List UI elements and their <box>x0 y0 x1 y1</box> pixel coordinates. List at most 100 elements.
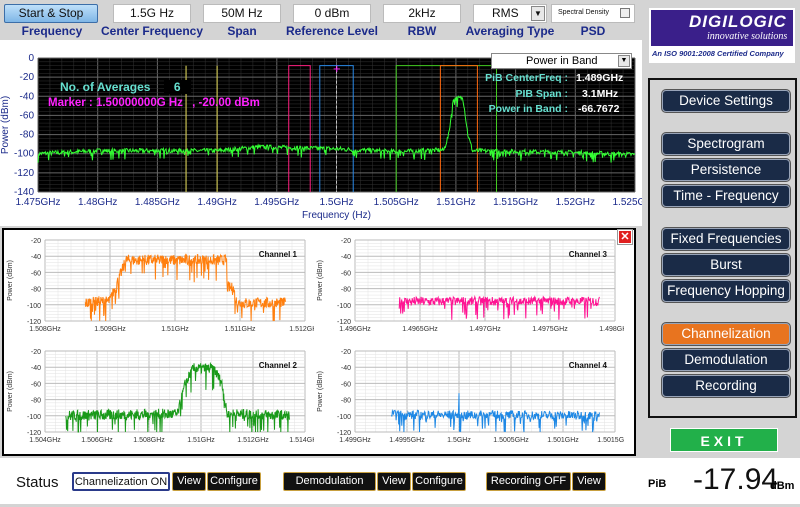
x-tick-label: 1.4965GHz <box>402 326 438 333</box>
y-tick-label: -80 <box>31 398 41 405</box>
y-axis-label: Power (dBm) <box>7 371 14 412</box>
sidebar-item-burst[interactable]: Burst <box>662 254 790 276</box>
y-tick-label: -100 <box>337 303 351 310</box>
channelization-status-button[interactable]: Channelization ON <box>72 472 170 491</box>
reference-level-input[interactable]: 0 dBm <box>293 4 371 23</box>
recording-status-button[interactable]: Recording OFF <box>486 472 571 491</box>
pib-status-label: PiB <box>648 478 667 490</box>
x-tick-label: 1.506GHz <box>81 437 113 444</box>
rbw-input[interactable]: 2kHz <box>383 4 461 23</box>
spectral-density-label: Spectral Density <box>558 9 609 16</box>
y-tick-label: -100 <box>27 414 41 421</box>
pib-mode-select[interactable]: Power in Band ▼ <box>491 53 632 69</box>
spectral-density-checkbox[interactable] <box>620 8 630 18</box>
sidebar-item-recording[interactable]: Recording <box>662 375 790 397</box>
demodulation-configure-button[interactable]: Configure <box>412 472 466 491</box>
x-tick-label: 1.514GHz <box>289 437 314 444</box>
y-axis-label: Power (dBm) <box>317 371 324 412</box>
demodulation-status-button[interactable]: Demodulation OFF <box>283 472 376 504</box>
logo-name: DIGILOGIC <box>689 12 787 31</box>
y-tick-label: -120 <box>14 168 34 179</box>
x-tick-label: 1.48GHz <box>78 197 117 208</box>
pib-center-label: PiB CenterFreq : <box>485 72 568 84</box>
pib-span-value: 3.1MHz <box>582 87 619 100</box>
sidebar-item-time-frequency[interactable]: Time - Frequency <box>662 185 790 207</box>
sidebar-item-demodulation[interactable]: Demodulation <box>662 349 790 371</box>
status-label: Status <box>16 474 59 491</box>
y-tick-label: -100 <box>27 303 41 310</box>
y-tick-label: 0 <box>28 53 34 64</box>
x-tick-label: 1.512GHz <box>237 437 269 444</box>
marker-separator: , <box>192 97 196 109</box>
x-tick-label: 1.505GHz <box>374 197 419 208</box>
x-tick-label: 1.512GHz <box>289 326 314 333</box>
y-tick-label: -60 <box>31 381 41 388</box>
recording-view-button[interactable]: View <box>572 472 606 491</box>
x-tick-label: 1.515GHz <box>493 197 538 208</box>
chevron-down-icon[interactable]: ▼ <box>618 55 630 67</box>
center-frequency-label: Center Frequency <box>100 24 204 38</box>
x-tick-label: 1.509GHz <box>94 326 126 333</box>
y-tick-label: -100 <box>337 414 351 421</box>
digilogic-logo: DIGILOGIC innovative solutions An ISO 90… <box>649 8 795 63</box>
x-tick-label: 1.498GHz <box>599 326 624 333</box>
sidebar-item-fixed-frequencies[interactable]: Fixed Frequencies <box>662 228 790 250</box>
y-tick-label: -120 <box>27 319 41 326</box>
marker-frequency: 1.50000000G Hz <box>95 97 183 109</box>
averages-label: No. of Averages <box>60 80 151 94</box>
x-tick-label: 1.501GHz <box>547 437 579 444</box>
demodulation-view-button[interactable]: View <box>377 472 411 491</box>
averaging-type-label: Averaging Type <box>465 24 555 38</box>
chevron-down-icon[interactable]: ▼ <box>531 6 545 21</box>
averages-readout: No. of Averages 6 <box>60 80 191 94</box>
x-tick-label: 1.51GHz <box>436 197 475 208</box>
center-frequency-input[interactable]: 1.5G Hz <box>113 4 191 23</box>
pib-mode-value: Power in Band <box>526 55 598 67</box>
channelization-configure-button[interactable]: Configure <box>207 472 261 491</box>
start-stop-button[interactable]: Start & Stop <box>4 4 98 23</box>
channel-3-chart: -20 -40 -60 -80 -100 -1201.496GHz 1.4965GHz 1.4… <box>317 238 624 333</box>
y-tick-label: -80 <box>31 287 41 294</box>
sidebar-item-spectrogram[interactable]: Spectrogram <box>662 133 790 155</box>
sidebar-item-device-settings[interactable]: Device Settings <box>662 90 790 112</box>
rbw-label: RBW <box>407 24 437 38</box>
y-axis-label: Power (dBm) <box>0 96 11 154</box>
x-tick-label: 1.495GHz <box>254 197 299 208</box>
x-tick-label: 1.5005GHz <box>493 437 529 444</box>
averaging-type-select[interactable]: RMS ▼ <box>473 4 547 23</box>
x-tick-label: 1.5GHz <box>447 437 471 444</box>
marker-label: Marker : <box>48 97 93 109</box>
y-tick-label: -40 <box>31 365 41 372</box>
x-tick-label: 1.497GHz <box>469 326 501 333</box>
channel-title: Channel 1 <box>259 250 298 259</box>
x-tick-label: 1.504GHz <box>29 437 61 444</box>
sidebar-item-channelization[interactable]: Channelization <box>662 323 790 345</box>
close-icon[interactable]: ✕ <box>618 230 632 244</box>
pib-readout: PiB CenterFreq : 1.489GHz PIB Span : 3.1MH… <box>476 71 632 118</box>
y-tick-label: -40 <box>341 365 351 372</box>
x-tick-label: 1.485GHz <box>135 197 180 208</box>
channel-title: Channel 2 <box>259 361 298 370</box>
channel-title: Channel 4 <box>569 361 608 370</box>
exit-button[interactable]: EXIT <box>670 428 778 452</box>
x-tick-label: 1.4975GHz <box>532 326 568 333</box>
span-input[interactable]: 50M Hz <box>203 4 281 23</box>
y-tick-label: -80 <box>20 130 35 141</box>
channelization-view-button[interactable]: View <box>172 472 206 491</box>
y-tick-label: -80 <box>341 398 351 405</box>
y-tick-label: -40 <box>341 254 351 261</box>
reference-level-label: Reference Level <box>285 24 379 38</box>
y-tick-label: -60 <box>20 110 35 121</box>
y-tick-label: -120 <box>337 319 351 326</box>
y-tick-label: -20 <box>31 349 41 356</box>
marker-crosshair-icon: + <box>333 61 341 76</box>
pib-power-value: -66.7672 <box>578 103 620 115</box>
x-tick-label: 1.508GHz <box>133 437 165 444</box>
y-tick-label: -60 <box>31 270 41 277</box>
sidebar-item-frequency-hopping[interactable]: Frequency Hopping <box>662 280 790 302</box>
sidebar-item-persistence[interactable]: Persistence <box>662 159 790 181</box>
y-tick-label: -20 <box>31 238 41 245</box>
channel-2-chart: -20 -40 -60 -80 -100 -1201.504GHz 1.506GHz 1.50… <box>7 349 314 444</box>
x-tick-label: 1.511GHz <box>225 326 256 333</box>
y-tick-label: -60 <box>341 270 351 277</box>
